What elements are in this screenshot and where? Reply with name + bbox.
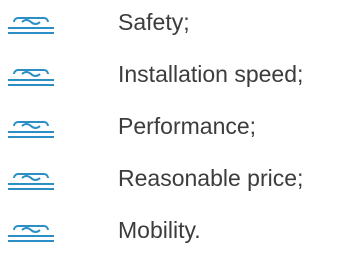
wave-underline-icon [6, 160, 56, 196]
wave-underline-icon [6, 108, 56, 144]
wave-underline-icon [6, 212, 56, 248]
list-item: Safety; [0, 2, 356, 42]
wave-underline-icon [6, 4, 56, 40]
list-item-label: Reasonable price; [118, 165, 304, 191]
wave-underline-icon [6, 56, 56, 92]
feature-list: Safety; Installation speed; Performance; [0, 0, 356, 260]
list-item-label: Mobility. [118, 217, 201, 243]
list-item: Performance; [0, 106, 356, 146]
list-item: Reasonable price; [0, 158, 356, 198]
list-item-label: Safety; [118, 9, 190, 35]
list-item: Installation speed; [0, 54, 356, 94]
list-item-label: Installation speed; [118, 61, 304, 87]
list-item: Mobility. [0, 210, 356, 250]
list-item-label: Performance; [118, 113, 257, 139]
